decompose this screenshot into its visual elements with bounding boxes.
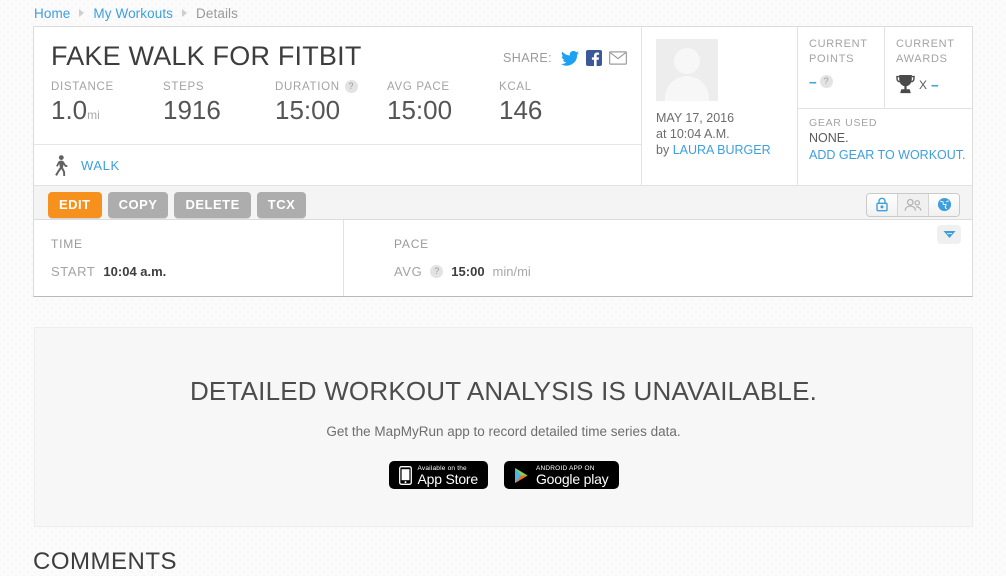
avatar[interactable]: [656, 39, 718, 101]
gear-used-value: NONE.: [809, 129, 972, 147]
current-awards-value[interactable]: --: [931, 77, 938, 92]
workout-time: at 10:04 A.M.: [656, 126, 797, 142]
title-and-share: FAKE WALK FOR FITBIT SHARE:: [34, 27, 641, 71]
points-awards-row: CURRENT POINTS -- ? CURRENT AWARDS: [798, 27, 972, 109]
stat-value-duration: 15:00: [275, 94, 387, 126]
time-column: TIME START 10:04 a.m.: [34, 220, 344, 296]
workout-summary-card: FAKE WALK FOR FITBIT SHARE:: [33, 26, 973, 224]
current-awards-cell: CURRENT AWARDS X --: [885, 27, 972, 109]
walking-person-icon: [53, 155, 68, 176]
gear-used-cell: GEAR USED NONE. ADD GEAR TO WORKOUT.: [798, 109, 972, 185]
workout-toolbar: EDIT COPY DELETE TCX: [34, 185, 972, 223]
author-link[interactable]: LAURA BURGER: [673, 143, 771, 157]
avg-pace-label: AVG: [394, 264, 422, 279]
breadcrumb-details: Details: [196, 6, 238, 21]
stat-value-kcal: 146: [499, 94, 611, 126]
start-value: 10:04 a.m.: [103, 264, 166, 279]
pace-column: PACE AVG ? 15:00 min/mi: [344, 220, 972, 296]
author-column: MAY 17, 2016 at 10:04 A.M. by LAURA BURG…: [642, 27, 798, 185]
edit-button[interactable]: EDIT: [48, 192, 102, 218]
tcx-button[interactable]: TCX: [257, 192, 307, 218]
activity-type-row: WALK: [34, 144, 641, 185]
stat-avg-pace: AVG PACE 15:00: [387, 79, 499, 131]
time-heading: TIME: [51, 237, 343, 251]
store-badges: Available on the App Store ANDROID APP O…: [35, 461, 972, 489]
workout-date: MAY 17, 2016: [656, 110, 797, 126]
breadcrumb: Home My Workouts Details: [34, 4, 238, 22]
expand-panel-button[interactable]: [937, 225, 961, 244]
workout-header-row: FAKE WALK FOR FITBIT SHARE:: [34, 27, 972, 185]
stat-value-distance: 1.0: [51, 95, 87, 125]
app-store-large-text: App Store: [418, 472, 478, 486]
avg-pace-unit: min/mi: [493, 264, 531, 279]
time-pace-panel: TIME START 10:04 a.m. PACE AVG ? 15:00 m…: [33, 219, 973, 297]
current-points-value[interactable]: --: [809, 74, 816, 89]
copy-button[interactable]: COPY: [108, 192, 169, 218]
workout-main-column: FAKE WALK FOR FITBIT SHARE:: [34, 27, 642, 185]
breadcrumb-my-workouts[interactable]: My Workouts: [93, 6, 173, 21]
stat-label-duration: DURATION: [275, 81, 340, 93]
avatar-body-shape: [665, 76, 709, 101]
current-points-cell: CURRENT POINTS -- ?: [798, 27, 885, 109]
stat-steps: STEPS 1916: [163, 79, 275, 131]
gear-used-label: GEAR USED: [809, 117, 972, 129]
twitter-icon[interactable]: [561, 51, 579, 66]
stat-unit-distance: mi: [87, 108, 100, 122]
current-awards-label-2: AWARDS: [896, 52, 972, 67]
share-label: SHARE:: [503, 51, 552, 65]
pace-help-icon[interactable]: ?: [430, 265, 443, 278]
facebook-icon[interactable]: [586, 50, 602, 66]
workout-author-line: by LAURA BURGER: [656, 142, 797, 158]
stat-duration: DURATION ? 15:00: [275, 79, 387, 131]
pace-heading: PACE: [394, 237, 972, 251]
analysis-unavailable-panel: DETAILED WORKOUT ANALYSIS IS UNAVAILABLE…: [34, 327, 973, 527]
avatar-head-shape: [674, 48, 700, 74]
delete-button[interactable]: DELETE: [174, 192, 250, 218]
comments-heading: COMMENTS: [33, 548, 177, 576]
trophy-icon: [896, 74, 915, 95]
stat-label-kcal: KCAL: [499, 81, 532, 93]
stat-label-distance: DISTANCE: [51, 81, 114, 93]
stat-label-avg-pace: AVG PACE: [387, 81, 450, 93]
stat-kcal: KCAL 146: [499, 79, 611, 131]
points-help-icon[interactable]: ?: [820, 75, 833, 88]
current-points-label-2: POINTS: [809, 52, 884, 67]
privacy-toggle-group: [866, 193, 960, 217]
stat-distance: DISTANCE 1.0mi: [51, 79, 163, 131]
stat-value-steps: 1916: [163, 94, 275, 126]
current-points-label-1: CURRENT: [809, 37, 884, 52]
activity-type-link[interactable]: WALK: [81, 158, 120, 173]
analysis-title: DETAILED WORKOUT ANALYSIS IS UNAVAILABLE…: [35, 376, 972, 407]
stat-label-steps: STEPS: [163, 81, 204, 93]
share-bar: SHARE:: [503, 41, 627, 66]
workout-stats: DISTANCE 1.0mi STEPS 1916 DURATION ?: [34, 71, 641, 144]
points-awards-gear-column: CURRENT POINTS -- ? CURRENT AWARDS: [798, 27, 972, 185]
google-play-triangle-icon: [514, 467, 530, 484]
breadcrumb-separator-icon: [182, 9, 187, 17]
duration-help-icon[interactable]: ?: [345, 80, 358, 93]
current-awards-label-1: CURRENT: [896, 37, 972, 52]
app-store-badge[interactable]: Available on the App Store: [389, 461, 488, 489]
google-play-badge[interactable]: ANDROID APP ON Google play: [504, 461, 619, 489]
avg-pace-value: 15:00: [451, 264, 484, 279]
breadcrumb-separator-icon: [79, 9, 84, 17]
by-prefix: by: [656, 143, 669, 157]
awards-multiplier: X: [919, 78, 927, 92]
add-gear-link[interactable]: ADD GEAR TO WORKOUT.: [809, 147, 972, 164]
google-play-large-text: Google play: [536, 472, 609, 486]
action-buttons: EDIT COPY DELETE TCX: [48, 192, 306, 218]
friends-icon[interactable]: [898, 194, 929, 216]
private-lock-icon[interactable]: [867, 194, 898, 216]
page-title: FAKE WALK FOR FITBIT: [51, 41, 362, 71]
start-label: START: [51, 264, 95, 279]
public-globe-icon[interactable]: [929, 194, 959, 216]
workout-meta: MAY 17, 2016 at 10:04 A.M. by LAURA BURG…: [656, 110, 797, 158]
apple-device-icon: [399, 466, 412, 485]
stat-value-avg-pace: 15:00: [387, 94, 499, 126]
analysis-subtitle: Get the MapMyRun app to record detailed …: [35, 424, 972, 439]
breadcrumb-home[interactable]: Home: [34, 6, 70, 21]
email-icon[interactable]: [609, 51, 627, 65]
chevron-down-icon: [943, 230, 956, 239]
